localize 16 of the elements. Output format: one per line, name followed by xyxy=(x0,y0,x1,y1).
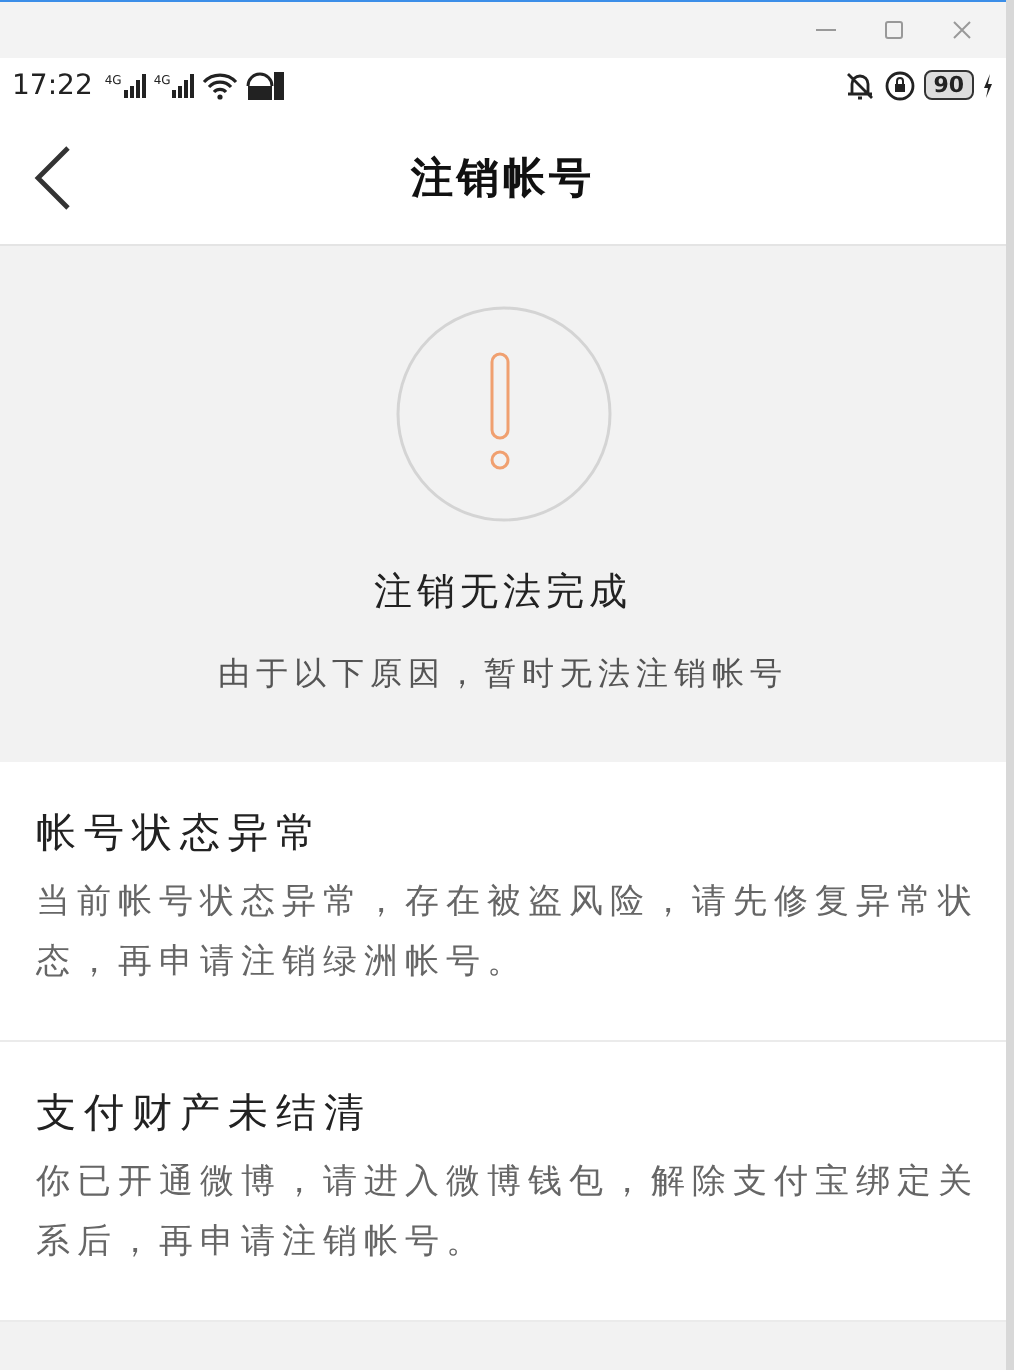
wifi-icon xyxy=(202,71,239,99)
status-time: 17:22 xyxy=(12,69,93,101)
reason-title: 帐号状态异常 xyxy=(36,806,326,860)
page-title: 注销帐号 xyxy=(411,152,595,206)
notice-subtitle: 由于以下原因，暂时无法注销帐号 xyxy=(218,654,788,696)
signal-icon xyxy=(123,73,146,97)
signal-icon xyxy=(172,73,195,97)
battery-level: 90 xyxy=(923,70,974,100)
notice-title: 注销无法完成 xyxy=(374,568,632,618)
reason-title: 支付财产未结清 xyxy=(36,1086,374,1140)
charging-icon xyxy=(982,73,994,97)
bell-off-icon xyxy=(843,69,876,101)
reason-description: 你已开通微博，请进入微博钱包，解除支付宝绑定关系后，再申请注销帐号。 xyxy=(36,1160,981,1266)
reason-description: 当前帐号状态异常，存在被盗风险，请先修复异常状态，再申请注销绿洲帐号。 xyxy=(36,880,981,986)
rotation-lock-icon xyxy=(883,69,916,101)
warning-icon xyxy=(395,306,611,522)
